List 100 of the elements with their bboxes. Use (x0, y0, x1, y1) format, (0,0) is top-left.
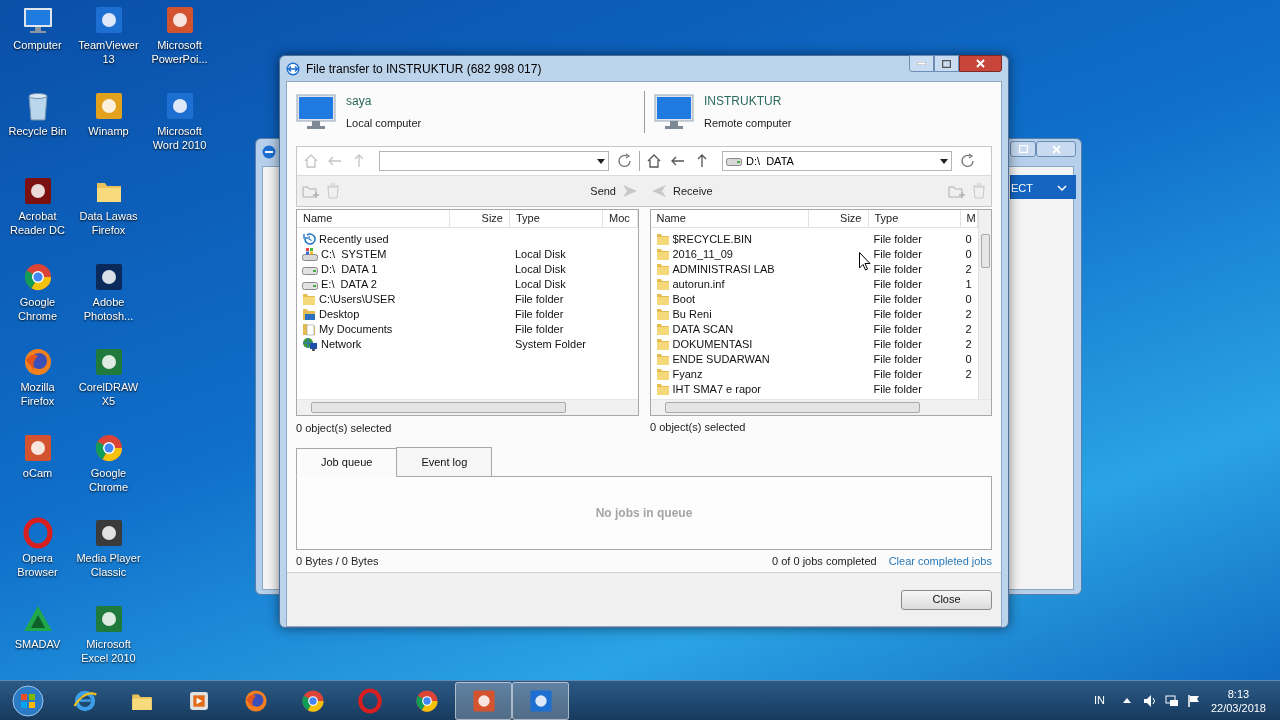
table-cell: 0 (965, 351, 972, 366)
file-name[interactable]: ADMINISTRASI LAB (672, 261, 775, 276)
file-type: File folder (873, 276, 922, 291)
desktop-icon-label[interactable]: oCam (2, 465, 73, 480)
round-logo-icon (242, 687, 269, 714)
file-type: File folder (873, 381, 922, 396)
column-header[interactable]: Type (510, 210, 603, 227)
taskbar-button[interactable] (512, 681, 569, 720)
desktop-icon-label[interactable]: Computer (2, 38, 73, 52)
file-name[interactable]: My Documents (319, 321, 393, 336)
desktop-icon-label[interactable]: Microsoft Excel 2010 (73, 636, 144, 665)
column-header[interactable]: Size (450, 210, 510, 227)
app-tile-icon (527, 687, 554, 714)
file-name[interactable]: Bu Reni (672, 306, 712, 321)
drive-icon (726, 156, 742, 166)
system-drive-icon (302, 246, 318, 261)
tab[interactable]: Job queue (296, 448, 398, 477)
receive-button[interactable]: Receive (651, 182, 713, 200)
show-hidden-icons-icon[interactable] (1122, 698, 1131, 703)
file-name[interactable]: ENDE SUDARWAN (672, 351, 770, 366)
file-name[interactable]: C:\ SYSTEM (321, 246, 387, 261)
app-logo-icon (286, 61, 300, 76)
table-cell: 2 (965, 336, 972, 351)
close-icon (1051, 144, 1061, 154)
round-logo-icon (413, 687, 440, 714)
close-button[interactable]: Close (901, 589, 992, 610)
file-type: File folder (873, 321, 922, 336)
home-icon[interactable] (646, 153, 662, 169)
refresh-icon[interactable] (960, 153, 976, 169)
toolbar-bar (1010, 175, 1076, 199)
desktop-icon-label[interactable]: Google Chrome (73, 465, 144, 494)
maximize-button[interactable] (934, 55, 959, 72)
file-name[interactable]: Network (321, 336, 362, 351)
desktop-icon-label[interactable]: Microsoft PowerPoi... (144, 38, 215, 66)
empty-queue-message: No jobs in queue (595, 505, 693, 522)
close-icon (976, 59, 985, 68)
folder-icon (655, 381, 670, 396)
desktop-icon-label[interactable]: Mozilla Firefox (2, 380, 73, 408)
file-type: Local Disk (515, 261, 566, 276)
desktop-icon-label[interactable]: Acrobat Reader DC (2, 209, 73, 237)
column-header[interactable]: Size (808, 210, 869, 227)
table-cell: 2 (965, 321, 972, 336)
file-name[interactable]: autorun.inf (672, 276, 725, 291)
file-type: File folder (873, 351, 922, 366)
table-cell: 2 (965, 306, 972, 321)
table-cell: 0 (965, 291, 972, 306)
desktop-icon-label[interactable]: Adobe Photosh... (73, 294, 144, 323)
caret-icon[interactable] (1057, 185, 1067, 191)
refresh-icon[interactable] (617, 153, 633, 169)
desktop-icon-label[interactable]: CorelDRAW X5 (73, 380, 144, 408)
file-type: File folder (515, 291, 564, 306)
desktop-icon-label[interactable]: Opera Browser (2, 551, 73, 579)
clear-jobs-link[interactable]: Clear completed jobs (888, 552, 992, 570)
table-cell: 2 (965, 261, 972, 276)
clock-time[interactable]: 8:13 (1227, 686, 1250, 701)
send-button[interactable]: Send (590, 182, 638, 200)
column-header[interactable]: Name (650, 210, 809, 227)
network-icon[interactable] (1164, 693, 1179, 708)
horizontal-scrollbar[interactable] (297, 399, 638, 415)
file-name[interactable]: DATA SCAN (672, 321, 734, 336)
file-name[interactable]: $RECYCLE.BIN (672, 231, 752, 246)
maximize-icon (942, 59, 951, 68)
tab[interactable]: Event log (396, 447, 493, 476)
file-name[interactable]: 2016_11_09 (672, 246, 733, 261)
desktop-icon-label[interactable]: TeamViewer 13 (73, 38, 144, 66)
vertical-scrollbar[interactable] (978, 210, 991, 399)
desktop-icon-label[interactable]: SMADAV (2, 636, 73, 651)
folder-icon (655, 321, 670, 336)
desktop-icon-label[interactable]: Data Lawas Firefox (73, 209, 144, 237)
flag-icon[interactable] (1186, 693, 1201, 708)
maximize-button[interactable] (1010, 141, 1036, 157)
path-dropdown[interactable]: D:\ DATA (722, 151, 952, 171)
clock-date[interactable]: 22/03/2018 (1210, 700, 1266, 715)
arrow-right-icon (622, 184, 638, 198)
connect-button-label[interactable]: ECT (1011, 180, 1033, 197)
column-header[interactable]: Name (297, 210, 450, 227)
column-header[interactable]: Type (868, 210, 961, 227)
drive-icon (302, 282, 318, 290)
horizontal-scrollbar[interactable] (650, 399, 991, 415)
desktop-icon-label[interactable]: Media Player Classic (73, 551, 144, 579)
computer-name: saya (346, 92, 373, 110)
taskbar-button[interactable] (455, 681, 512, 720)
desktop-icon-label[interactable]: Winamp (73, 123, 144, 138)
speaker-icon[interactable] (1142, 693, 1157, 708)
file-name[interactable]: D:\ DATA 1 (321, 261, 378, 276)
file-name[interactable]: IHT SMA7 e rapor (672, 381, 761, 396)
column-header[interactable]: Moc (603, 210, 638, 227)
language-indicator[interactable]: IN (1093, 692, 1105, 709)
file-name[interactable]: Fyanz (672, 366, 703, 381)
desktop-icon-label[interactable]: Recycle Bin (2, 123, 73, 138)
desktop-icon-label[interactable]: Google Chrome (2, 294, 73, 323)
file-name[interactable]: Recently used (319, 231, 389, 246)
close-button[interactable] (959, 55, 1002, 72)
desktop-icon-label[interactable]: Microsoft Word 2010 (144, 123, 215, 152)
file-name[interactable]: Boot (672, 291, 696, 306)
file-name[interactable]: DOKUMENTASI (672, 336, 753, 351)
file-name[interactable]: E:\ DATA 2 (321, 276, 377, 291)
file-name[interactable]: Desktop (319, 306, 360, 321)
folder-icon (655, 306, 670, 321)
file-name[interactable]: C:\Users\USER (319, 291, 396, 306)
